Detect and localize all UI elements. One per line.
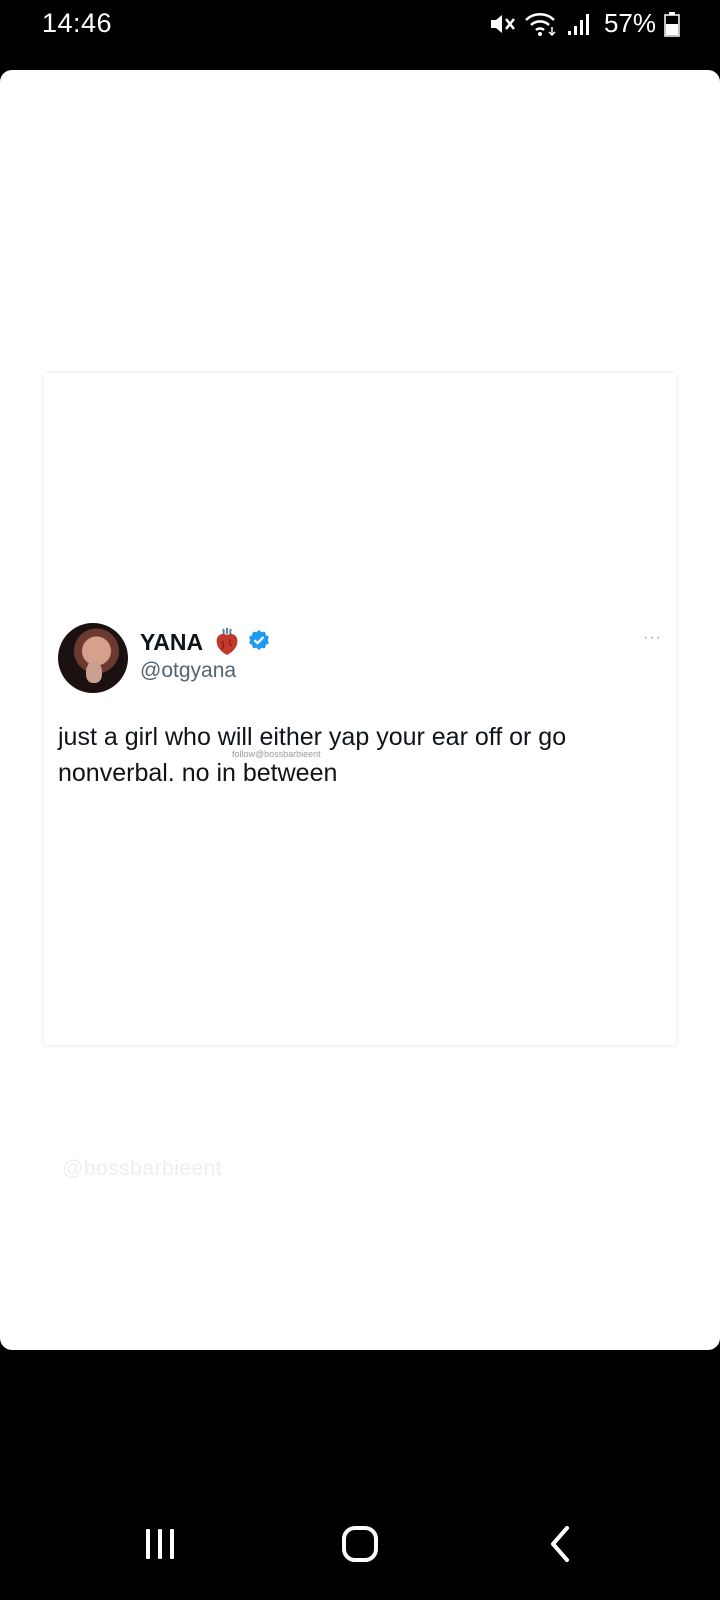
- watermark: @bossbarbieent: [62, 1157, 223, 1180]
- author-handle: @otgyana: [140, 659, 237, 682]
- author-name: YANA: [140, 629, 204, 655]
- anatomical-heart-icon: [214, 627, 240, 657]
- home-icon[interactable]: [330, 1514, 390, 1574]
- battery-percent: 57%: [603, 8, 656, 38]
- recent-apps-icon[interactable]: [130, 1514, 190, 1574]
- status-time: 14:46: [42, 8, 113, 38]
- inline-watermark: follow@bossbarbieent: [232, 749, 321, 759]
- back-icon[interactable]: [530, 1514, 590, 1574]
- signal-icon: [566, 11, 592, 37]
- status-icons: 57%: [488, 8, 680, 39]
- post-text: just a girl who will either yap your ear…: [58, 723, 567, 787]
- more-options-icon[interactable]: ···: [643, 629, 662, 647]
- avatar: [58, 623, 128, 693]
- status-bar: 14:46 57%: [0, 0, 720, 48]
- verified-badge-icon: [248, 629, 270, 651]
- post-card: YANA @otgyana ··· just a girl who will e…: [44, 373, 676, 1045]
- battery-icon: [664, 11, 680, 37]
- wifi-icon: [524, 11, 558, 37]
- image-viewer[interactable]: YANA @otgyana ··· just a girl who will e…: [0, 70, 720, 1350]
- mute-icon: [488, 11, 516, 37]
- navigation-bar: [0, 1490, 720, 1600]
